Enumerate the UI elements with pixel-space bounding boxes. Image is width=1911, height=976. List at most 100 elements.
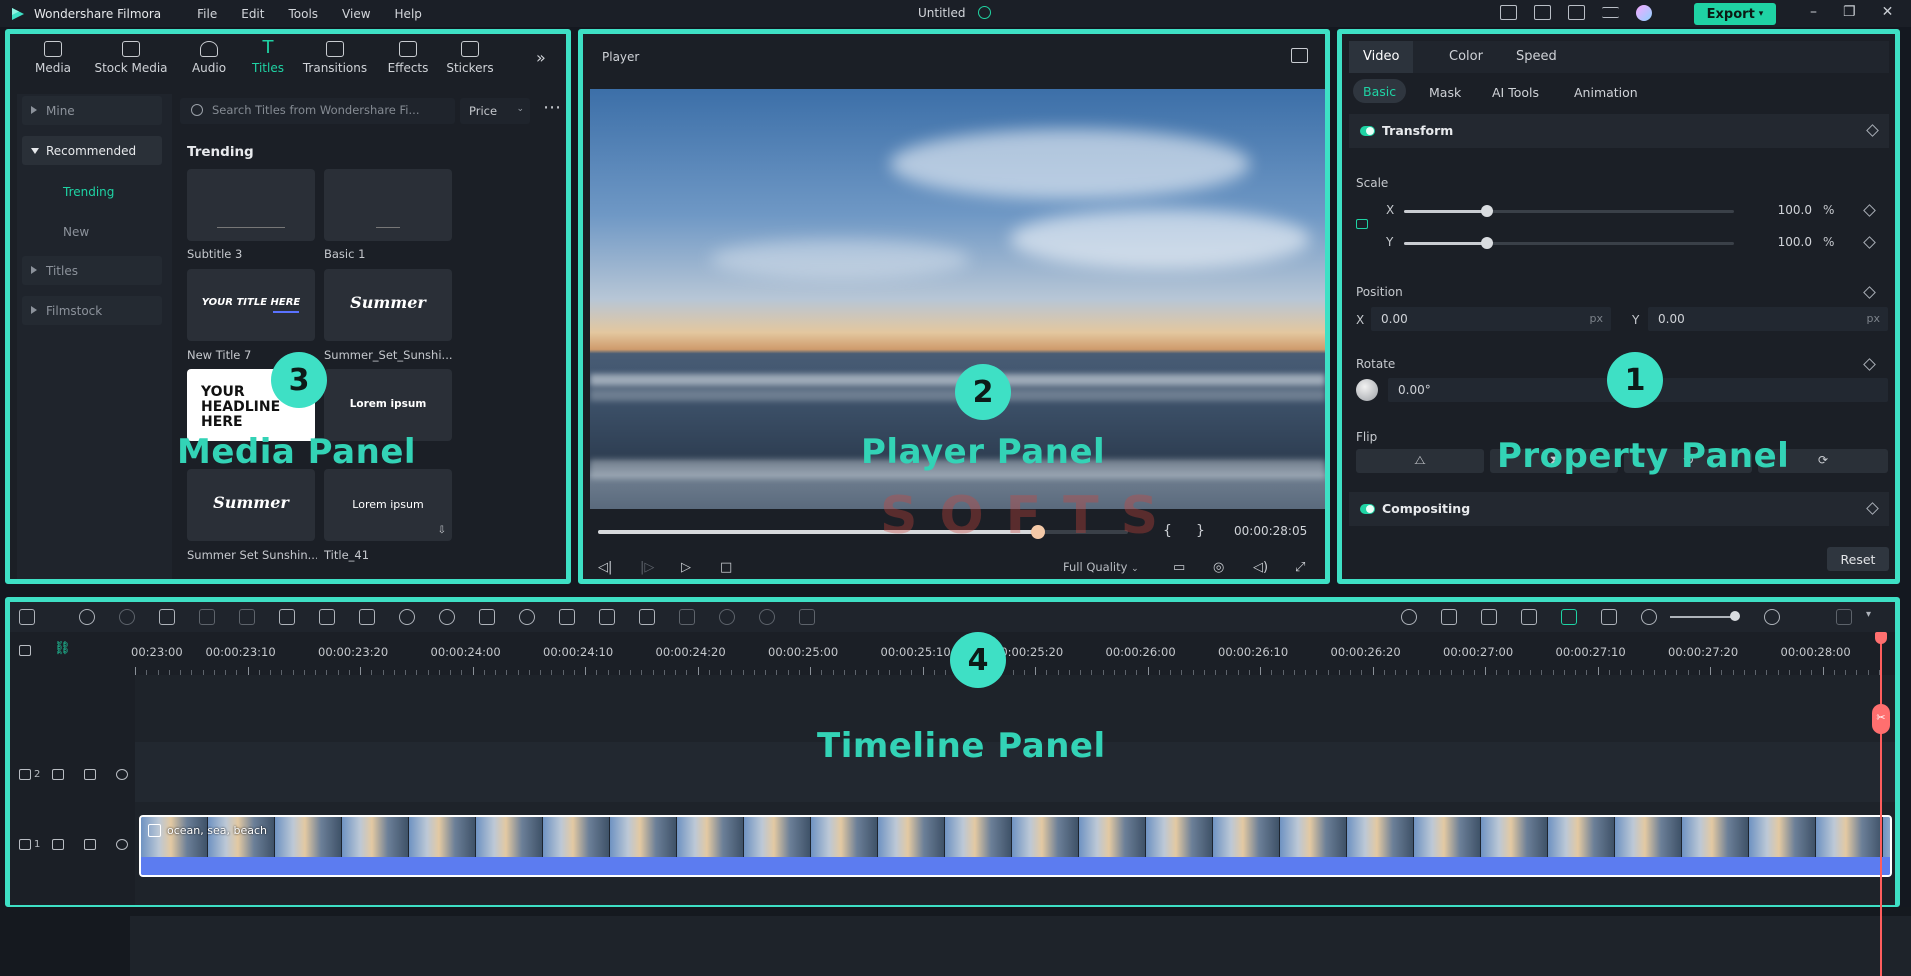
- text-icon[interactable]: [359, 609, 375, 625]
- audio-detach-icon[interactable]: [239, 609, 255, 625]
- sidebar-item-titles[interactable]: Titles: [22, 256, 162, 285]
- previous-frame-icon[interactable]: ◁|: [598, 560, 612, 575]
- quality-select[interactable]: Full Quality ⌄: [1063, 560, 1139, 574]
- title-thumb-new-title-7[interactable]: YOUR TITLE HERE: [187, 269, 315, 341]
- stop-icon[interactable]: □: [720, 560, 732, 575]
- keyframe-diamond-icon[interactable]: [1866, 124, 1879, 137]
- zoom-out-icon[interactable]: [1641, 609, 1657, 625]
- position-x-field[interactable]: 0.00 px: [1371, 307, 1611, 331]
- keyframe-diamond-icon[interactable]: [1863, 358, 1876, 371]
- reset-button[interactable]: Reset: [1827, 547, 1889, 571]
- redo-icon[interactable]: [119, 609, 135, 625]
- tab-speed[interactable]: Speed: [1516, 49, 1557, 64]
- scale-y-slider[interactable]: [1404, 237, 1734, 249]
- scale-y-value[interactable]: 100.0: [1752, 235, 1812, 255]
- compositing-section-header[interactable]: Compositing: [1349, 492, 1889, 526]
- double-chevron-right-icon[interactable]: »: [536, 48, 546, 67]
- keyframe-icon[interactable]: [599, 609, 615, 625]
- split-icon[interactable]: [199, 609, 215, 625]
- layout-icon[interactable]: [1500, 5, 1517, 20]
- replace-icon[interactable]: [759, 609, 775, 625]
- title-thumb-summer-set[interactable]: Summer: [324, 269, 452, 341]
- voiceover-list-icon[interactable]: [1521, 609, 1537, 625]
- menu-help[interactable]: Help: [395, 7, 422, 21]
- snapshot-icon[interactable]: ◎: [1213, 560, 1224, 575]
- transform-section-header[interactable]: Transform: [1349, 114, 1889, 148]
- speed-icon[interactable]: [399, 609, 415, 625]
- color-palette-icon[interactable]: [439, 609, 455, 625]
- playhead[interactable]: [1880, 632, 1882, 976]
- download-icon[interactable]: ⇩: [438, 525, 446, 536]
- subtab-mask[interactable]: Mask: [1429, 85, 1461, 100]
- menu-view[interactable]: View: [342, 7, 370, 21]
- title-thumb-basic-1[interactable]: [324, 169, 452, 241]
- search-input[interactable]: [212, 103, 447, 117]
- eye-icon[interactable]: [116, 769, 128, 780]
- empty-track[interactable]: [130, 916, 1911, 976]
- scale-x-slider[interactable]: [1404, 205, 1734, 217]
- film-icon[interactable]: [799, 609, 815, 625]
- sidebar-item-mine[interactable]: Mine: [22, 96, 162, 125]
- scopes-icon[interactable]: [1291, 48, 1308, 63]
- scale-x-slider-handle[interactable]: [1480, 205, 1493, 217]
- keyframe-diamond-icon[interactable]: [1863, 286, 1876, 299]
- minimize-button[interactable]: –: [1810, 4, 1817, 20]
- speaker-icon[interactable]: [84, 839, 96, 850]
- chevron-down-icon[interactable]: ▾: [1866, 609, 1871, 620]
- menu-edit[interactable]: Edit: [241, 7, 264, 21]
- snap-icon[interactable]: [1561, 609, 1577, 625]
- maximize-button[interactable]: ❐: [1843, 4, 1856, 20]
- keyframe-diamond-icon[interactable]: [1863, 236, 1876, 249]
- menu-tools[interactable]: Tools: [288, 7, 318, 21]
- menu-file[interactable]: File: [197, 7, 217, 21]
- subtab-ai-tools[interactable]: AI Tools: [1492, 85, 1539, 100]
- ai-icon[interactable]: [719, 609, 735, 625]
- keyframe-diamond-icon[interactable]: [1863, 204, 1876, 217]
- title-thumb-summer-set-sunshine[interactable]: Summer: [187, 469, 315, 541]
- lock-icon[interactable]: [52, 839, 64, 850]
- sidebar-item-new[interactable]: New: [63, 225, 89, 239]
- zoom-slider-handle[interactable]: [1730, 611, 1740, 621]
- hamburger-menu-icon[interactable]: [1602, 7, 1619, 18]
- volume-icon[interactable]: ◁): [1253, 560, 1268, 575]
- zoom-in-icon[interactable]: [1764, 609, 1780, 625]
- save-icon[interactable]: [1534, 5, 1551, 20]
- tab-titles[interactable]: T Titles: [244, 38, 292, 76]
- tag-icon[interactable]: [279, 609, 295, 625]
- title-thumb-title-41[interactable]: Lorem ipsum ⇩: [324, 469, 452, 541]
- picture-in-picture-icon[interactable]: [1601, 609, 1617, 625]
- tab-audio[interactable]: Audio: [174, 38, 244, 75]
- tab-media[interactable]: Media: [18, 38, 88, 75]
- stabilize-icon[interactable]: [479, 609, 495, 625]
- timeline-ruler[interactable]: 00:23:00 00:00:23:10 00:00:23:20 00:00:24:0…: [131, 635, 1885, 675]
- timer-icon[interactable]: [519, 609, 535, 625]
- grid-view-icon[interactable]: [1836, 609, 1852, 625]
- tab-stock-media[interactable]: Stock Media: [88, 38, 174, 75]
- link-icon[interactable]: ⛓: [54, 641, 71, 656]
- title-thumb-lorem-ipsum[interactable]: Lorem ipsum: [324, 369, 452, 441]
- export-button[interactable]: Export ▾: [1694, 3, 1776, 25]
- tab-color[interactable]: Color: [1449, 49, 1483, 64]
- layout-grid-icon[interactable]: [19, 609, 35, 625]
- crop-icon[interactable]: [319, 609, 335, 625]
- user-avatar[interactable]: [1636, 5, 1652, 21]
- microphone-icon[interactable]: [1481, 609, 1497, 625]
- speaker-icon[interactable]: [84, 769, 96, 780]
- lock-ratio-icon[interactable]: [1356, 219, 1368, 229]
- more-options-icon[interactable]: ⋯: [534, 98, 570, 124]
- audio-wave-icon[interactable]: [679, 609, 695, 625]
- compositing-toggle[interactable]: [1360, 504, 1375, 514]
- add-track-icon[interactable]: [19, 645, 31, 656]
- sidebar-item-recommended[interactable]: Recommended: [22, 136, 162, 165]
- undo-icon[interactable]: [79, 609, 95, 625]
- play-icon[interactable]: ▷: [681, 560, 691, 575]
- scale-x-value[interactable]: 100.0: [1752, 203, 1812, 223]
- transform-toggle[interactable]: [1360, 126, 1375, 136]
- close-button[interactable]: ✕: [1882, 4, 1894, 20]
- render-icon[interactable]: [1401, 609, 1417, 625]
- tab-video[interactable]: Video: [1349, 41, 1414, 73]
- fit-screen-icon[interactable]: [559, 609, 575, 625]
- sidebar-item-filmstock[interactable]: Filmstock: [22, 296, 162, 325]
- delete-icon[interactable]: [159, 609, 175, 625]
- playhead-handle[interactable]: [1875, 632, 1887, 644]
